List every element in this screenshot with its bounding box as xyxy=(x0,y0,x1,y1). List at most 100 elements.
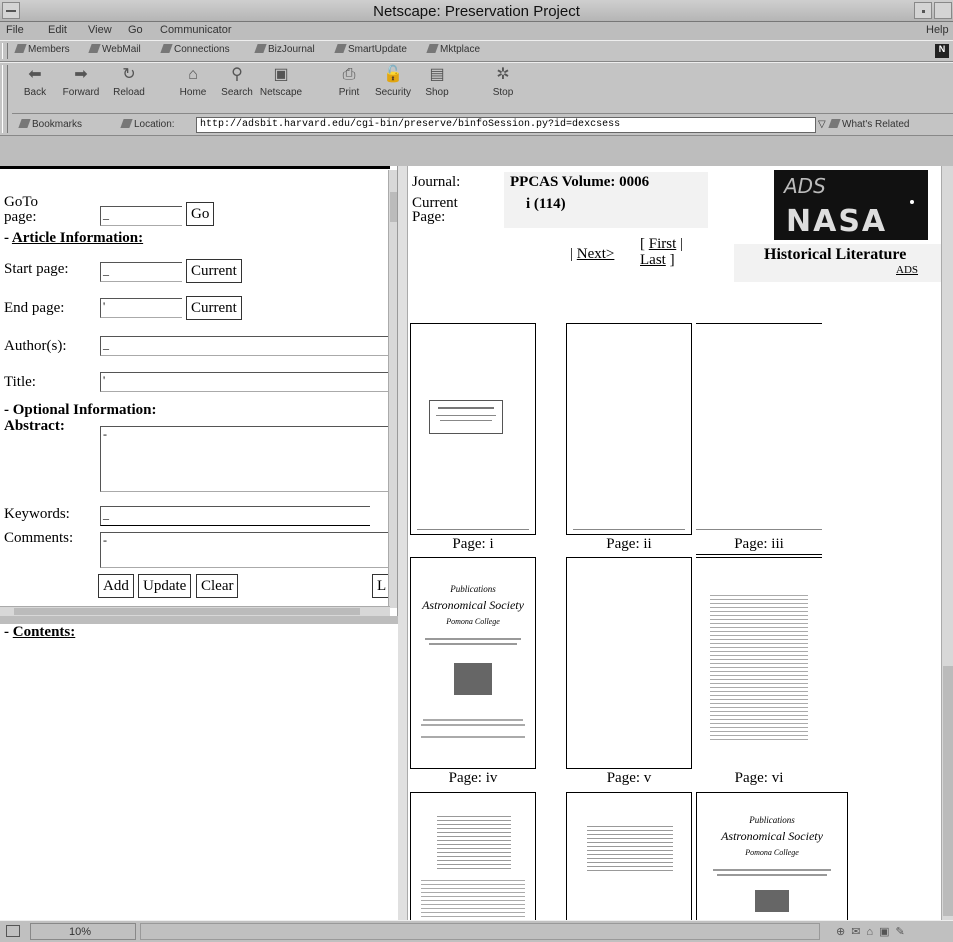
author-input[interactable]: _ xyxy=(100,336,390,356)
shop-button[interactable]: ▤ Shop xyxy=(414,65,460,98)
page-thumbnail-viii[interactable] xyxy=(566,792,692,920)
viewer-scroll-thumb[interactable] xyxy=(943,666,953,916)
form-vertical-scrollbar[interactable] xyxy=(388,170,397,608)
contents-heading: - Contents: xyxy=(4,624,76,640)
personal-link-bizjournal[interactable]: BizJournal xyxy=(254,44,315,55)
personal-link-members[interactable]: Members xyxy=(14,44,70,55)
forward-arrow-icon: ➡ xyxy=(74,66,88,83)
update-button[interactable]: Update xyxy=(138,574,192,598)
comments-textarea[interactable]: - xyxy=(100,532,390,568)
form-horizontal-scrollbar[interactable] xyxy=(0,606,390,616)
bookmark-icon xyxy=(334,44,347,53)
keywords-input[interactable]: _ xyxy=(100,506,370,526)
frame-splitter[interactable] xyxy=(398,166,408,920)
personal-link-smartupdate[interactable]: SmartUpdate xyxy=(334,44,407,55)
maximize-button[interactable] xyxy=(934,2,952,19)
contents-link[interactable]: Contents: xyxy=(13,624,76,640)
page-label-v: Page: v xyxy=(606,770,652,786)
scroll-thumb[interactable] xyxy=(390,192,397,222)
article-info-link[interactable]: Article Information: xyxy=(12,230,143,246)
page-viewer-frame: Journal: PPCAS Volume: 0006 Current Page:… xyxy=(398,166,953,920)
title-label: Title: xyxy=(4,374,36,390)
netscape-logo-icon: N xyxy=(935,44,949,58)
go-button[interactable]: Go xyxy=(186,202,215,226)
bookmarks-button[interactable]: Bookmarks xyxy=(18,119,82,130)
security-button[interactable]: 🔓 Security xyxy=(370,65,416,98)
end-page-input[interactable]: ' xyxy=(100,298,182,318)
ads-nasa-logo[interactable]: ADS NASA xyxy=(774,170,928,240)
page-thumbnail-vii[interactable] xyxy=(410,792,536,920)
start-current-button[interactable]: Current xyxy=(186,259,242,283)
home-icon: ⌂ xyxy=(188,66,198,83)
component-bar-icons[interactable]: ⊕✉⌂▣✎ xyxy=(836,925,911,938)
back-arrow-icon: ⬅ xyxy=(28,66,42,83)
author-label: Author(s): xyxy=(4,338,67,354)
related-icon xyxy=(828,119,841,128)
next-link[interactable]: Next> xyxy=(577,246,615,262)
start-page-input[interactable]: _ xyxy=(100,262,182,282)
current-page-label: Current Page: xyxy=(412,195,458,225)
contents-frame: - Contents: xyxy=(0,624,398,920)
abstract-textarea[interactable]: - xyxy=(100,426,390,492)
page-label-vi: Page: vi xyxy=(734,770,784,786)
goto-page-input[interactable]: _ xyxy=(100,206,182,226)
page-thumbnail-i[interactable] xyxy=(410,323,536,535)
personal-link-webmail[interactable]: WebMail xyxy=(88,44,141,55)
hscroll-thumb[interactable] xyxy=(14,608,360,615)
personal-toolbar: Members WebMail Connections BizJournal S… xyxy=(0,40,953,62)
menu-view[interactable]: View xyxy=(88,24,112,36)
keywords-label: Keywords: xyxy=(4,506,70,522)
reload-button[interactable]: ↻ Reload xyxy=(106,65,152,98)
add-button[interactable]: Add xyxy=(98,574,134,598)
page-thumbnail-ii[interactable] xyxy=(566,323,692,535)
last-link[interactable]: Last xyxy=(640,252,666,268)
status-message xyxy=(140,923,820,940)
end-page-label: End page: xyxy=(4,300,65,316)
next-link-wrapper: | Next> xyxy=(570,246,615,262)
home-button[interactable]: ⌂ Home xyxy=(170,65,216,98)
minimize-button[interactable] xyxy=(914,2,932,19)
menu-file[interactable]: File xyxy=(6,24,24,36)
url-dropdown-icon[interactable]: ▽ xyxy=(818,119,826,130)
current-page-value: i (114) xyxy=(504,194,708,228)
print-button[interactable]: ⎙ Print xyxy=(326,65,372,98)
location-label: Location: xyxy=(120,119,175,130)
page-label-iv: Page: iv xyxy=(448,770,498,786)
menu-communicator[interactable]: Communicator xyxy=(160,24,232,36)
goto-label: GoTo page: xyxy=(4,194,38,225)
first-link[interactable]: First xyxy=(649,236,677,252)
forward-button[interactable]: ➡ Forward xyxy=(58,65,104,98)
stop-button[interactable]: ✲ Stop xyxy=(480,65,526,98)
comments-label: Comments: xyxy=(4,530,74,546)
personal-link-mktplace[interactable]: Mktplace xyxy=(426,44,480,55)
page-label-ii: Page: ii xyxy=(606,536,652,552)
journal-value: PPCAS Volume: 0006 xyxy=(504,172,708,194)
netscape-button[interactable]: ▣ Netscape xyxy=(258,65,304,98)
clear-button[interactable]: Clear xyxy=(196,574,239,598)
security-status-icon[interactable] xyxy=(6,925,20,937)
search-icon: ⚲ xyxy=(231,66,243,83)
first-last-links: [ First | Last ] xyxy=(640,236,684,268)
stop-icon: ✲ xyxy=(496,66,510,83)
bookmark-icon xyxy=(18,119,31,128)
personal-link-connections[interactable]: Connections xyxy=(160,44,230,55)
page-thumbnail-iii[interactable] xyxy=(696,529,822,530)
whats-related-button[interactable]: What's Related xyxy=(828,119,910,130)
menu-go[interactable]: Go xyxy=(128,24,143,36)
start-page-label: Start page: xyxy=(4,261,69,277)
annotation-form-frame: GoTo page: _ Go - Article Information: St… xyxy=(0,166,398,616)
ads-link[interactable]: ADS xyxy=(896,264,918,276)
page-thumbnail-v[interactable] xyxy=(566,557,692,769)
search-button[interactable]: ⚲ Search xyxy=(214,65,260,98)
back-button[interactable]: ⬅ Back xyxy=(12,65,58,98)
menu-help[interactable]: Help xyxy=(926,24,949,36)
page-thumbnail-vi[interactable] xyxy=(696,557,822,769)
title-input[interactable]: ' xyxy=(100,372,390,392)
menu-edit[interactable]: Edit xyxy=(48,24,67,36)
viewer-vertical-scrollbar[interactable] xyxy=(941,166,953,920)
end-current-button[interactable]: Current xyxy=(186,296,242,320)
url-input[interactable]: http://adsbit.harvard.edu/cgi-bin/preser… xyxy=(196,117,816,133)
page-thumbnail-ix[interactable]: Publications Astronomical Society Pomona… xyxy=(696,792,848,920)
page-thumbnail-iv[interactable]: Publications Astronomical Society Pomona… xyxy=(410,557,536,769)
navigation-toolbar: ⬅ Back ➡ Forward ↻ Reload ⌂ Home ⚲ Search ▣ Ne… xyxy=(0,62,953,136)
